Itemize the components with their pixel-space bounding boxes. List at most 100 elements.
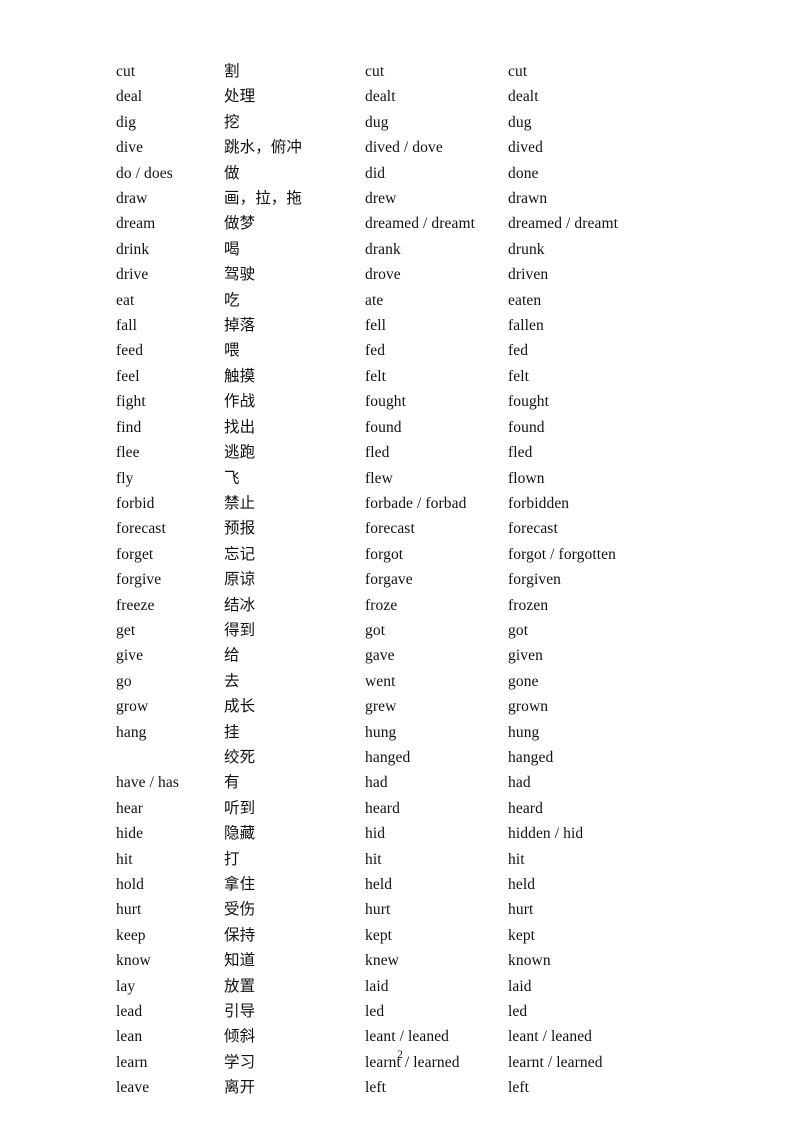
verb-past-participle: cut [508,63,528,80]
verb-past-tense: froze [365,596,398,614]
verb-past-participle: forgiven [508,571,562,589]
verb-base-form: flee [116,444,140,462]
verb-past-participle: dreamed / dreamt [508,215,619,233]
verb-base-form: know [116,952,151,970]
verb-past-tense: hit [365,850,382,868]
verb-base-form: forgive [116,571,162,589]
verb-past-participle: laid [508,977,532,995]
table-row: grow 成长 grew grown [116,694,716,719]
verb-past-tense: dug [365,113,389,131]
verb-base-form: dream [116,215,156,233]
table-row: forbid 禁止 forbade / forbad forbidden [116,491,716,516]
verb-past-participle: driven [508,266,549,284]
verb-past-tense: had [365,774,388,792]
verb-past-participle: fallen [508,317,544,335]
verb-chinese-meaning: 做梦 [224,214,256,233]
table-row: cut 割 cut cut [116,59,716,84]
table-row: feed 喂 fed fed [116,338,716,363]
verb-base-form: draw [116,190,148,208]
verb-past-participle: dug [508,113,532,131]
verb-past-participle: held [508,876,536,893]
verb-past-tense: held [365,876,393,893]
verb-chinese-meaning: 打 [224,849,240,868]
verb-base-form: fall [116,317,138,335]
verb-past-tense: heard [365,799,400,817]
verb-chinese-meaning: 给 [224,646,240,665]
verb-chinese-meaning: 倾斜 [224,1027,256,1046]
verb-base-form: hold [116,876,144,893]
verb-chinese-meaning: 喂 [224,341,240,360]
table-row: hit 打 hit hit [116,847,716,872]
verb-base-form: have / has [116,774,179,792]
verb-past-participle: hurt [508,901,534,919]
verb-past-participle: leant / leaned [508,1028,593,1046]
verb-chinese-meaning: 触摸 [224,366,256,385]
verb-past-tense: led [365,1003,385,1021]
table-row: hide 隐藏 hid hidden / hid [116,821,716,846]
verb-chinese-meaning: 驾驶 [224,265,256,284]
table-row: hear 听到 heard heard [116,796,716,821]
verb-base-form: give [116,647,144,665]
verb-past-participle: had [508,774,531,792]
document-page: cut 割 cut cut deal 处理 dealt dealt dig 挖 dug dug dive… [0,0,800,1132]
verb-past-participle: found [508,418,545,436]
table-row: fight 作战 fought fought [116,389,716,414]
verb-base-form: forget [116,545,154,563]
verb-chinese-meaning: 拿住 [224,875,256,893]
verb-past-participle: done [508,164,539,182]
verb-base-form: lay [116,977,136,995]
verb-chinese-meaning: 放置 [224,976,256,995]
table-row: deal 处理 dealt dealt [116,84,716,109]
verb-past-participle: felt [508,367,530,385]
verb-past-participle: flown [508,469,545,487]
table-row: hang 挂 hung hung [116,720,716,745]
verb-past-tense: drove [365,266,401,284]
verb-past-tense: gave [365,647,395,665]
verb-past-participle: eaten [508,291,542,309]
verb-past-participle: frozen [508,596,549,614]
verb-past-tense: fled [365,444,390,462]
table-row: give 给 gave given [116,643,716,668]
verb-chinese-meaning: 忘记 [224,544,256,563]
table-row: leave 离开 left left [116,1075,716,1100]
verb-past-participle: fed [508,342,529,360]
table-row: lean 倾斜 leant / leaned leant / leaned [116,1024,716,1049]
verb-chinese-meaning: 逃跑 [224,443,256,462]
verb-chinese-meaning: 处理 [224,87,256,106]
verb-past-tense: dreamed / dreamt [365,215,476,233]
verb-past-participle: forecast [508,520,558,538]
verb-chinese-meaning: 禁止 [224,493,256,512]
verb-past-tense: left [365,1079,387,1097]
verb-past-tense: felt [365,367,387,385]
verb-base-form: find [116,418,142,436]
verb-chinese-meaning: 挖 [224,112,240,131]
verb-past-tense: fed [365,342,386,360]
table-row: fall 掉落 fell fallen [116,313,716,338]
verb-chinese-meaning: 听到 [224,798,256,817]
table-row: drive 驾驶 drove driven [116,262,716,287]
verb-past-tense: forecast [365,520,415,538]
verb-base-form: leave [116,1079,150,1097]
verb-chinese-meaning: 引导 [224,1002,256,1021]
table-row: forecast 预报 forecast forecast [116,516,716,541]
verb-chinese-meaning: 飞 [224,468,240,487]
verb-past-participle: known [508,952,551,970]
table-row: find 找出 found found [116,415,716,440]
verb-past-tense: dealt [365,88,396,106]
verb-past-tense: hung [365,723,397,741]
verb-base-form: fight [116,393,146,411]
verb-past-tense: forbade / forbad [365,494,467,512]
verb-base-form: feel [116,367,140,385]
verb-base-form: lean [116,1028,143,1046]
verb-past-participle: heard [508,799,543,817]
table-row: dream 做梦 dreamed / dreamt dreamed / dreamt [116,211,716,236]
verb-past-tense: flew [365,469,393,487]
verb-past-participle: hanged [508,748,554,766]
verb-past-participle: dived [508,139,543,157]
verb-past-tense: laid [365,977,389,995]
verb-past-participle: dealt [508,88,539,106]
verb-base-form: hear [116,799,144,817]
verb-past-participle: led [508,1003,528,1021]
verb-chinese-meaning: 吃 [224,290,240,309]
verb-base-form: keep [116,926,146,944]
